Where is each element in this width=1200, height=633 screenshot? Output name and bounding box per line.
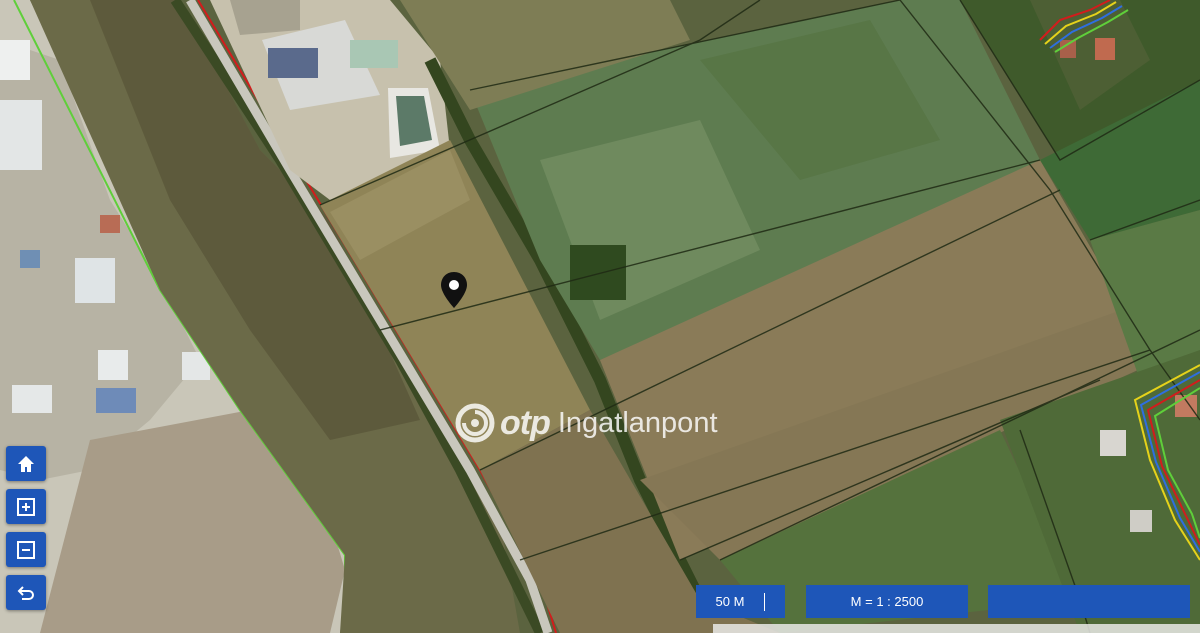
distance-scale-label: 50 M (715, 594, 745, 609)
ratio-scale-label: M = 1 : 2500 (850, 594, 924, 609)
scale-separator (764, 592, 766, 611)
home-icon (18, 455, 34, 472)
home-button[interactable] (6, 446, 46, 481)
map-controls (6, 446, 46, 610)
minus-square-icon (17, 540, 35, 559)
plus-square-icon (17, 497, 35, 516)
back-button[interactable] (6, 575, 46, 610)
distance-scale: 50 M (696, 585, 785, 618)
map-imagery (0, 0, 1200, 633)
scale-bar: 50 M M = 1 : 2500 (696, 585, 1192, 618)
zoom-in-button[interactable] (6, 489, 46, 524)
satellite-map[interactable] (0, 0, 1200, 633)
info-panel (988, 585, 1190, 618)
watermark-suffix: Ingatlanpont (557, 406, 718, 439)
map-pin-icon (441, 272, 467, 308)
zoom-out-button[interactable] (6, 532, 46, 567)
otp-ingatlanpont-watermark: otp Ingatlanpont (454, 400, 718, 446)
location-marker[interactable] (438, 270, 470, 310)
watermark-brand: otp (500, 403, 551, 442)
ratio-scale: M = 1 : 2500 (806, 585, 968, 618)
attribution-strip (713, 624, 1200, 633)
otp-logo-icon (455, 403, 495, 443)
undo-arrow-icon (17, 585, 34, 600)
